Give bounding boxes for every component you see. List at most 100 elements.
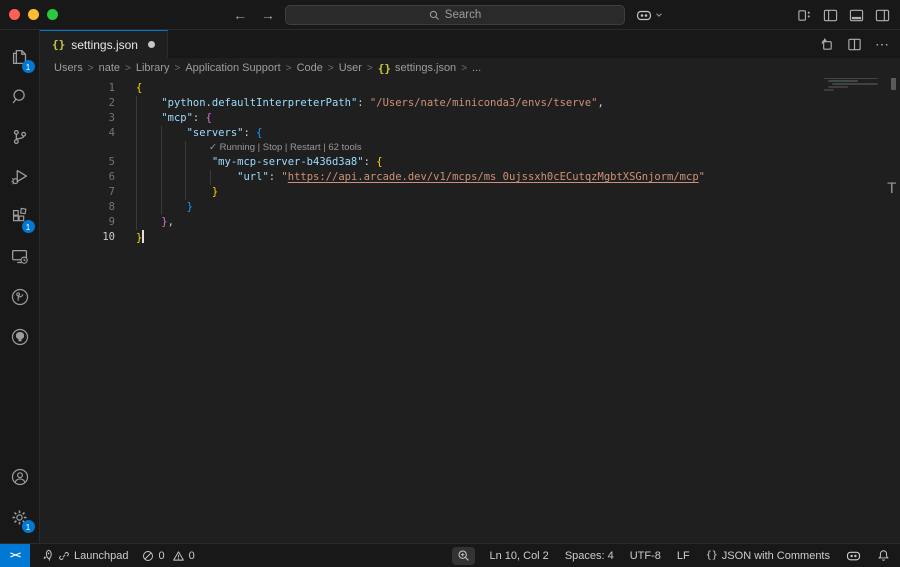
breadcrumb-item[interactable]: {}settings.json: [378, 62, 456, 75]
tab-bar: {} settings.json ⋯: [40, 30, 900, 58]
pull-request-icon: [9, 286, 31, 308]
line-number: 6: [40, 170, 115, 185]
language-mode-item[interactable]: {} JSON with Comments: [698, 544, 838, 567]
accounts-button[interactable]: [0, 457, 40, 497]
code-lines: 1{2 "python.defaultInterpreterPath": "/U…: [40, 81, 900, 245]
copilot-status-icon: [846, 550, 861, 562]
line-content: "my-mcp-server-b436d3a8": {: [115, 155, 383, 170]
code-line-4[interactable]: 4 "servers": {: [40, 126, 900, 141]
breadcrumb-item[interactable]: ...: [472, 62, 481, 74]
maximize-window-button[interactable]: [47, 9, 58, 20]
json-mode-icon: {}: [706, 550, 718, 561]
eol-item[interactable]: LF: [669, 544, 698, 567]
sidebar-item-extensions[interactable]: 1: [0, 197, 40, 237]
warnings-icon: [172, 550, 185, 562]
copilot-menu-button[interactable]: [636, 4, 663, 26]
breadcrumb-label: User: [339, 62, 362, 74]
github-icon: [9, 326, 31, 348]
remote-indicator[interactable]: ><: [0, 544, 30, 567]
breadcrumb-separator-icon: >: [286, 63, 292, 74]
more-actions-icon[interactable]: ⋯: [875, 39, 890, 49]
codelens-mcp-server[interactable]: ✓ Running | Stop | Restart | 62 tools: [40, 141, 900, 155]
indentation-item[interactable]: Spaces: 4: [557, 544, 622, 567]
toggle-primary-sidebar-icon[interactable]: [823, 8, 838, 23]
overview-ruler-mark: T: [887, 182, 896, 197]
code-line-7[interactable]: 7 }: [40, 185, 900, 200]
line-number: 9: [40, 215, 115, 230]
breadcrumb-item[interactable]: Application Support: [185, 62, 280, 74]
code-line-5[interactable]: 5 "my-mcp-server-b436d3a8": {: [40, 155, 900, 170]
launchpad-status-item[interactable]: Launchpad: [34, 544, 135, 567]
line-content: }: [115, 230, 144, 245]
line-content: },: [115, 215, 174, 230]
toggle-secondary-sidebar-icon[interactable]: [875, 8, 890, 23]
json-file-icon: {}: [378, 62, 391, 75]
navigate-back-button[interactable]: ←: [233, 7, 247, 23]
line-number: 8: [40, 200, 115, 215]
code-line-10[interactable]: 10}: [40, 230, 900, 245]
breadcrumb-item[interactable]: Users: [54, 62, 83, 74]
code-line-2[interactable]: 2 "python.defaultInterpreterPath": "/Use…: [40, 96, 900, 111]
minimap[interactable]: [820, 78, 882, 94]
encoding-item[interactable]: UTF-8: [622, 544, 669, 567]
extensions-badge: 1: [22, 220, 35, 233]
problems-status-item[interactable]: 0 0: [135, 544, 201, 567]
sidebar-item-search[interactable]: [0, 77, 40, 117]
sidebar-item-explorer[interactable]: 1: [0, 37, 40, 77]
chevron-down-icon: [655, 11, 663, 19]
line-content: }: [115, 185, 218, 200]
toggle-panel-icon[interactable]: [849, 8, 864, 23]
account-icon: [9, 466, 31, 488]
code-line-6[interactable]: 6 "url": "https://api.arcade.dev/v1/mcps…: [40, 170, 900, 185]
sidebar-item-remote-explorer[interactable]: [0, 237, 40, 277]
modified-dot-icon[interactable]: [148, 41, 155, 48]
zoom-status-item[interactable]: [452, 547, 475, 565]
breadcrumb-item[interactable]: User: [339, 62, 362, 74]
rocket-icon: [41, 549, 54, 562]
copilot-status-item[interactable]: [838, 544, 869, 567]
breadcrumb-item[interactable]: nate: [99, 62, 120, 74]
launchpad-label: Launchpad: [74, 550, 128, 562]
code-line-1[interactable]: 1{: [40, 81, 900, 96]
breadcrumb-separator-icon: >: [174, 63, 180, 74]
code-line-3[interactable]: 3 "mcp": {: [40, 111, 900, 126]
sidebar-item-github[interactable]: [0, 317, 40, 357]
scrollbar-thumb[interactable]: [891, 78, 896, 90]
breadcrumb: Users > nate > Library > Application Support > C…: [40, 58, 900, 78]
sidebar-item-run-debug[interactable]: [0, 157, 40, 197]
command-center-search[interactable]: Search: [285, 5, 625, 25]
zoom-in-icon: [457, 549, 470, 562]
line-number: 4: [40, 126, 115, 141]
minimize-window-button[interactable]: [28, 9, 39, 20]
cursor-position-item[interactable]: Ln 10, Col 2: [481, 544, 556, 567]
customize-layout-icon[interactable]: [797, 8, 812, 23]
line-number: 10: [40, 230, 115, 245]
split-editor-icon[interactable]: [847, 37, 862, 52]
link-icon: [58, 550, 70, 562]
sidebar-item-source-control[interactable]: [0, 117, 40, 157]
remote-explorer-icon: [9, 246, 31, 268]
settings-gear-button[interactable]: 1: [0, 497, 40, 537]
navigate-forward-button[interactable]: →: [261, 7, 275, 23]
line-number: 1: [40, 81, 115, 96]
window-controls: [9, 9, 58, 20]
code-editor[interactable]: 1{2 "python.defaultInterpreterPath": "/U…: [40, 78, 900, 543]
breadcrumb-separator-icon: >: [328, 63, 334, 74]
notifications-bell-item[interactable]: [869, 544, 900, 567]
indent-guide: [185, 141, 186, 200]
code-line-8[interactable]: 8 }: [40, 200, 900, 215]
line-number: 2: [40, 96, 115, 111]
status-bar: >< Launchpad 0: [0, 543, 900, 567]
line-content: "python.defaultInterpreterPath": "/Users…: [115, 96, 604, 111]
breadcrumb-item[interactable]: Library: [136, 62, 170, 74]
open-settings-ui-icon[interactable]: [819, 37, 834, 52]
close-window-button[interactable]: [9, 9, 20, 20]
tab-settings-json[interactable]: {} settings.json: [40, 30, 168, 58]
code-line-9[interactable]: 9 },: [40, 215, 900, 230]
breadcrumb-item[interactable]: Code: [297, 62, 323, 74]
sidebar-item-pull-requests[interactable]: [0, 277, 40, 317]
vscode-window: ← → Search: [0, 0, 900, 567]
bell-icon: [877, 549, 890, 562]
line-number: 5: [40, 155, 115, 170]
breadcrumb-separator-icon: >: [461, 63, 467, 74]
